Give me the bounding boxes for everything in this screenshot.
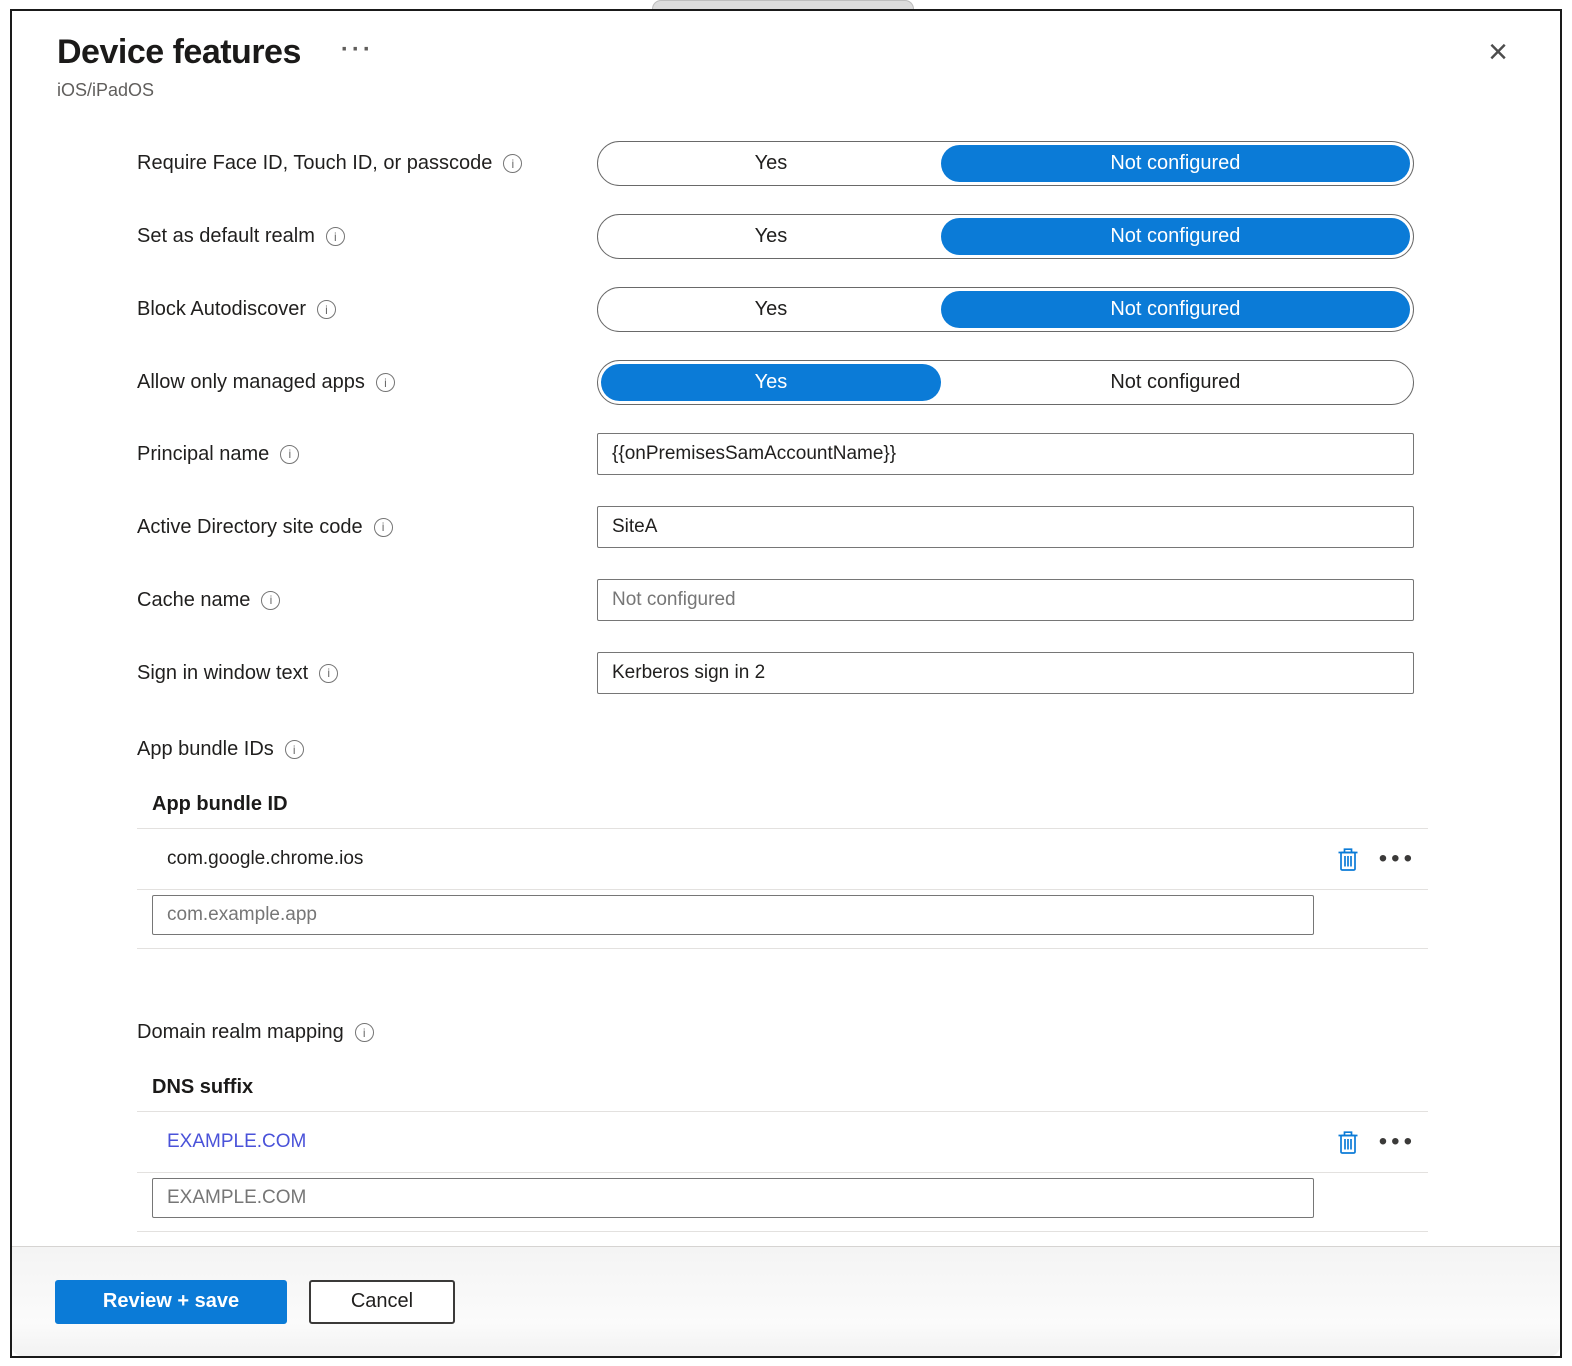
toggle-default-realm: Yes Not configured	[597, 214, 1414, 259]
setting-label: Cache name i	[137, 589, 597, 612]
toggle-option-not-configured[interactable]: Not configured	[940, 291, 1410, 328]
setting-row-signin-window-text: Sign in window text i	[137, 652, 1428, 694]
info-icon[interactable]: i	[373, 517, 393, 537]
info-icon[interactable]: i	[284, 740, 304, 759]
dialog-header: Device features ··· iOS/iPadOS ×	[12, 11, 1560, 101]
app-bundle-id-input[interactable]	[152, 895, 1314, 935]
more-options-icon[interactable]: •••	[1379, 1130, 1416, 1154]
toggle-option-yes[interactable]: Yes	[601, 364, 941, 401]
info-icon[interactable]: i	[261, 590, 281, 610]
setting-row-default-realm: Set as default realm i Yes Not configure…	[137, 214, 1428, 259]
background-window-edge	[652, 0, 914, 9]
info-icon[interactable]: i	[354, 1023, 374, 1042]
info-icon[interactable]: i	[325, 227, 345, 246]
column-header: App bundle ID	[152, 793, 288, 815]
cache-name-input[interactable]	[597, 579, 1414, 621]
close-icon[interactable]: ×	[1488, 35, 1508, 69]
cancel-button[interactable]: Cancel	[309, 1279, 455, 1324]
delete-icon[interactable]	[1337, 847, 1359, 872]
device-features-dialog: Device features ··· iOS/iPadOS × Require …	[10, 9, 1562, 1358]
setting-label: Require Face ID, Touch ID, or passcode i	[137, 152, 597, 175]
ad-site-code-input[interactable]	[597, 506, 1414, 548]
table-row: com.google.chrome.ios •••	[137, 829, 1428, 889]
setting-label: Principal name i	[137, 443, 597, 466]
toggle-require-faceid: Yes Not configured	[597, 141, 1414, 186]
divider	[137, 948, 1428, 949]
page-title: Device features	[57, 33, 301, 71]
row-actions: •••	[1337, 847, 1428, 872]
domain-realm-section: Domain realm mapping i DNS suffix EXAMPL…	[137, 1021, 1428, 1232]
app-bundle-section: App bundle IDs i App bundle ID com.googl…	[137, 738, 1428, 949]
toggle-option-yes[interactable]: Yes	[601, 145, 941, 182]
setting-label: Set as default realm i	[137, 225, 597, 248]
more-options-icon[interactable]: •••	[1379, 847, 1416, 871]
toggle-block-autodiscover: Yes Not configured	[597, 287, 1414, 332]
info-icon[interactable]: i	[375, 373, 395, 392]
dns-suffix-input[interactable]	[152, 1178, 1314, 1218]
setting-label: Sign in window text i	[137, 662, 597, 685]
toggle-option-not-configured[interactable]: Not configured	[940, 218, 1410, 255]
settings-form: Require Face ID, Touch ID, or passcode i…	[137, 141, 1428, 1232]
divider	[137, 1231, 1428, 1232]
delete-icon[interactable]	[1337, 1130, 1359, 1155]
screen: Device features ··· iOS/iPadOS × Require …	[0, 0, 1572, 1366]
toggle-managed-apps: Yes Not configured	[597, 360, 1414, 405]
setting-row-ad-site-code: Active Directory site code i	[137, 506, 1428, 548]
page-subtitle: iOS/iPadOS	[57, 80, 155, 100]
setting-label: Allow only managed apps i	[137, 371, 597, 394]
setting-row-cache-name: Cache name i	[137, 579, 1428, 621]
setting-row-managed-apps: Allow only managed apps i Yes Not config…	[137, 360, 1428, 405]
table-row: EXAMPLE.COM •••	[137, 1112, 1428, 1172]
section-label: App bundle IDs i	[137, 738, 1428, 761]
toggle-option-yes[interactable]: Yes	[601, 291, 941, 328]
app-bundle-id-value: com.google.chrome.ios	[167, 848, 364, 869]
setting-row-block-autodiscover: Block Autodiscover i Yes Not configured	[137, 287, 1428, 332]
toggle-option-yes[interactable]: Yes	[601, 218, 941, 255]
signin-window-text-input[interactable]	[597, 652, 1414, 694]
info-icon[interactable]: i	[319, 663, 339, 683]
setting-row-require-faceid: Require Face ID, Touch ID, or passcode i…	[137, 141, 1428, 186]
title-more-menu-icon[interactable]: ···	[341, 36, 374, 64]
principal-name-input[interactable]	[597, 433, 1414, 475]
info-icon[interactable]: i	[280, 444, 300, 464]
toggle-option-not-configured[interactable]: Not configured	[940, 145, 1410, 182]
setting-label: Block Autodiscover i	[137, 298, 597, 321]
section-label: Domain realm mapping i	[137, 1021, 1428, 1044]
info-icon[interactable]: i	[316, 300, 336, 319]
setting-label: Active Directory site code i	[137, 516, 597, 539]
row-actions: •••	[1337, 1130, 1428, 1155]
setting-row-principal-name: Principal name i	[137, 433, 1428, 475]
dialog-footer: Review + save Cancel	[12, 1246, 1560, 1356]
dns-suffix-link[interactable]: EXAMPLE.COM	[167, 1131, 306, 1153]
toggle-option-not-configured[interactable]: Not configured	[941, 364, 1410, 401]
column-header: DNS suffix	[152, 1076, 254, 1098]
review-save-button[interactable]: Review + save	[55, 1279, 287, 1324]
add-row	[137, 1173, 1428, 1231]
info-icon[interactable]: i	[503, 154, 523, 173]
add-row	[137, 890, 1428, 948]
